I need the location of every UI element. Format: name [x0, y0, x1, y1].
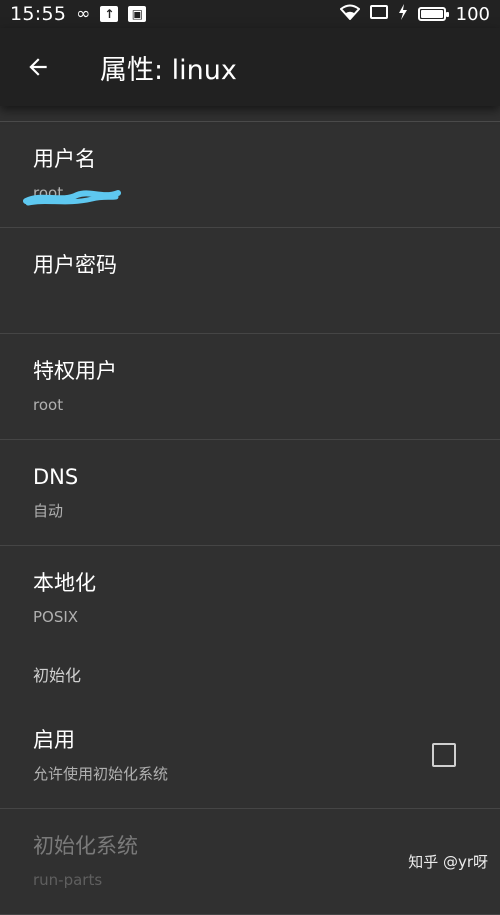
status-bar: 15:55 ∞ ↑ ▣ 100: [0, 0, 500, 28]
setting-title: 初始化系统: [33, 834, 138, 858]
setting-title: 本地化: [33, 571, 96, 595]
setting-locale[interactable]: 本地化 POSIX: [0, 546, 500, 649]
upload-icon: ↑: [100, 6, 119, 22]
setting-title: 启用: [33, 728, 75, 752]
redaction-scribble: [23, 190, 121, 206]
setting-title: 用户密码: [33, 253, 117, 277]
setting-title: 特权用户: [33, 359, 117, 383]
setting-username[interactable]: 用户名 root: [0, 122, 500, 228]
setting-dns[interactable]: DNS 自动: [0, 440, 500, 546]
battery-level: 100: [455, 3, 490, 25]
battery-fill: [420, 10, 443, 18]
charging-icon: [398, 3, 408, 25]
arrow-back-icon: [29, 58, 47, 76]
setting-value: 自动: [33, 502, 64, 520]
setting-title: DNS: [33, 465, 79, 489]
watermark: 知乎 @yr呀: [408, 853, 488, 871]
list-top-divider: [0, 106, 500, 122]
init-enable-checkbox[interactable]: [432, 743, 456, 767]
setting-privileged-user[interactable]: 特权用户 root: [0, 334, 500, 440]
setting-password[interactable]: 用户密码: [0, 228, 500, 334]
infinity-icon: ∞: [76, 3, 91, 24]
status-time: 15:55: [10, 3, 67, 25]
section-header-init: 初始化: [33, 666, 82, 685]
back-button[interactable]: [14, 43, 62, 91]
cast-icon: [369, 4, 388, 25]
battery-icon: [417, 7, 449, 21]
page-title: 属性: linux: [100, 54, 237, 86]
setting-value: run-parts: [33, 871, 103, 889]
setting-value: POSIX: [33, 608, 79, 626]
setting-init-enable[interactable]: 启用 允许使用初始化系统: [0, 703, 500, 809]
wifi-icon: [339, 4, 361, 25]
settings-list: 用户名 root 用户密码 特权用户 root DNS 自动 本地化 POSIX…: [0, 106, 500, 915]
app-bar: 属性: linux: [0, 28, 500, 106]
setting-value: root: [33, 396, 64, 414]
image-notification-icon: ▣: [128, 6, 147, 22]
setting-title: 用户名: [33, 147, 96, 171]
setting-subtitle: 允许使用初始化系统: [33, 765, 169, 783]
